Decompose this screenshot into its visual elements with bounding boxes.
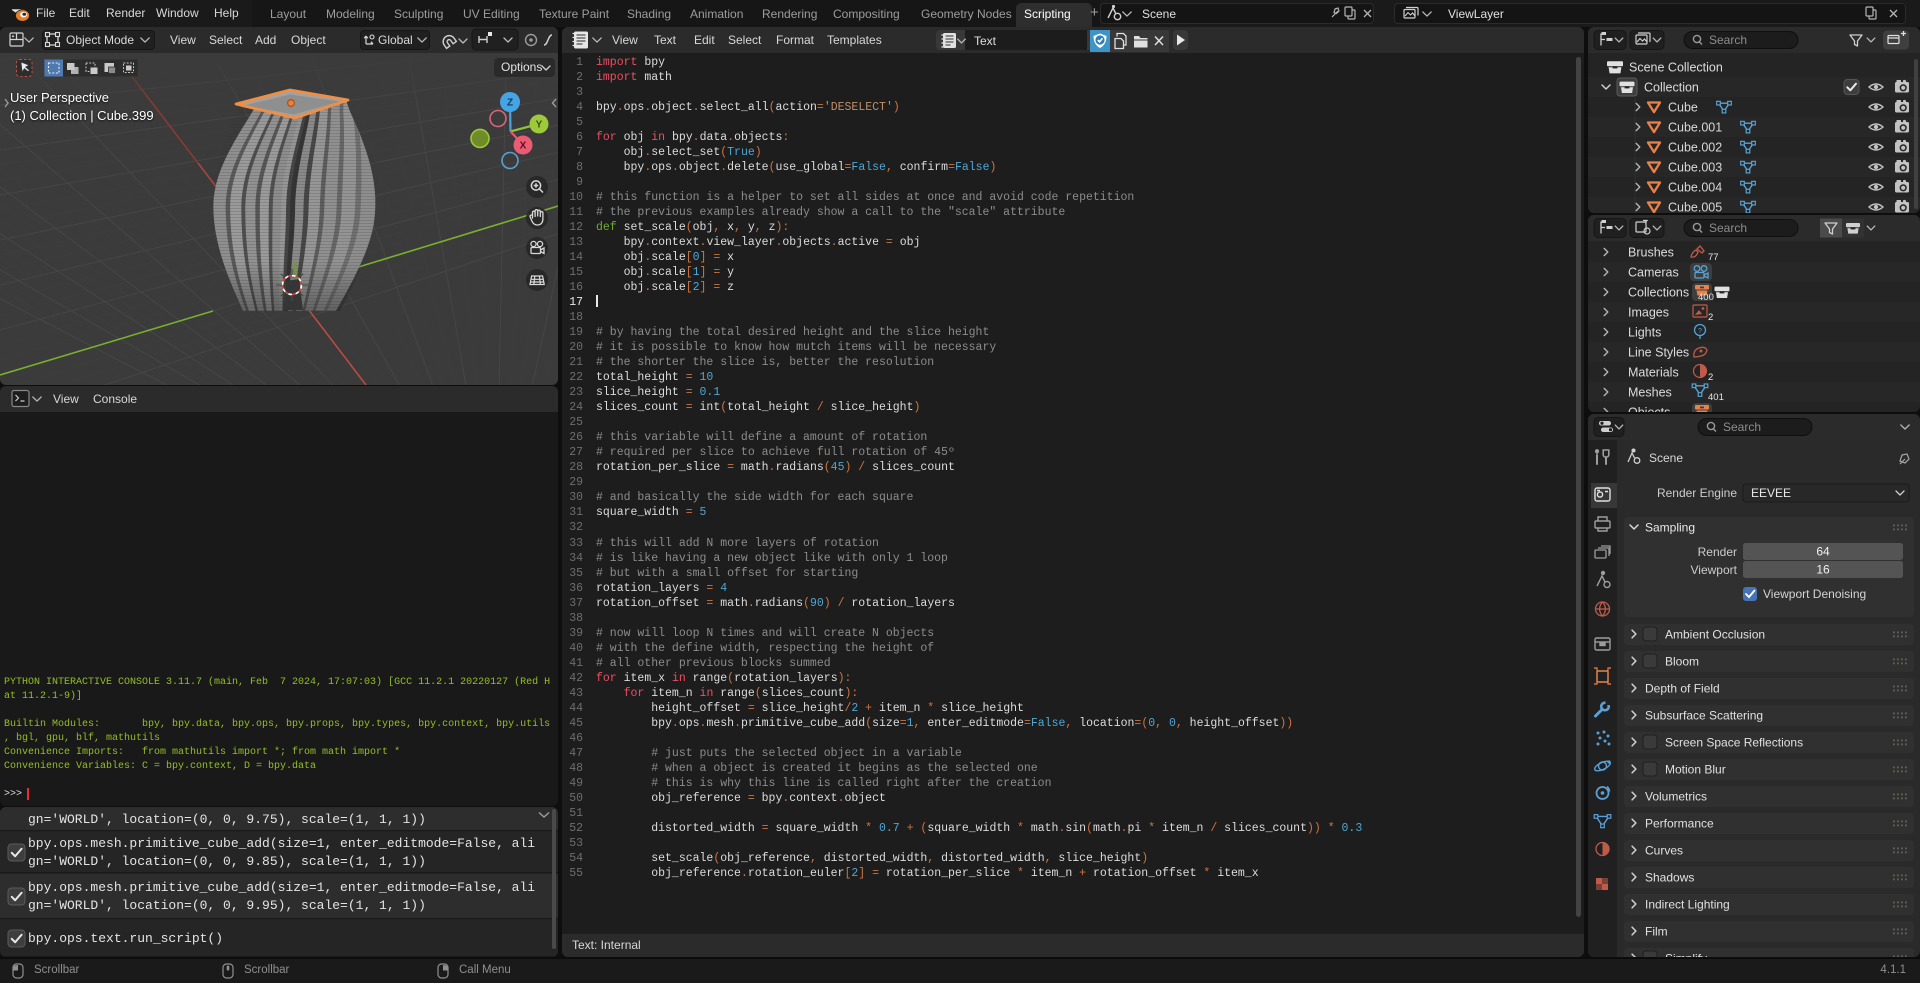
svg-text:Object Mode: Object Mode [66, 33, 134, 47]
svg-text:Viewport: Viewport [1691, 563, 1738, 577]
svg-text:Cube.005: Cube.005 [1668, 201, 1722, 214]
svg-text:Cube.003: Cube.003 [1668, 161, 1722, 175]
svg-text:Render: Render [1698, 545, 1737, 559]
svg-text:Collection: Collection [1644, 81, 1699, 95]
svg-text:Cube.001: Cube.001 [1668, 121, 1722, 135]
svg-text:X: X [520, 141, 527, 152]
svg-text:Scene: Scene [1649, 451, 1683, 465]
svg-text:Line Styles: Line Styles [1628, 346, 1689, 360]
svg-text:Lights: Lights [1628, 326, 1661, 340]
svg-text:Collections: Collections [1628, 286, 1689, 300]
svg-text:Depth of Field: Depth of Field [1645, 682, 1720, 696]
svg-text:Sampling: Sampling [1645, 521, 1695, 535]
svg-text:Global: Global [378, 33, 413, 47]
svg-text:Render Engine: Render Engine [1657, 486, 1737, 500]
svg-text:77: 77 [1708, 252, 1719, 263]
svg-text:Images: Images [1628, 306, 1669, 320]
svg-text:Simplify: Simplify [1665, 952, 1707, 958]
svg-text:2: 2 [1708, 312, 1713, 323]
svg-text:Indirect Lighting: Indirect Lighting [1645, 898, 1730, 912]
svg-text:Y: Y [536, 120, 543, 131]
svg-text:EEVEE: EEVEE [1751, 486, 1791, 500]
svg-text:Ambient Occlusion: Ambient Occlusion [1665, 628, 1765, 642]
svg-text:Meshes: Meshes [1628, 386, 1672, 400]
svg-text:Cube.004: Cube.004 [1668, 181, 1722, 195]
svg-text:Curves: Curves [1645, 844, 1683, 858]
svg-text:Viewport Denoising: Viewport Denoising [1763, 587, 1866, 601]
svg-text:Search: Search [1709, 33, 1747, 47]
svg-text:Volumetrics: Volumetrics [1645, 790, 1707, 804]
svg-text:Materials: Materials [1628, 366, 1679, 380]
svg-text:Cube.002: Cube.002 [1668, 141, 1722, 155]
svg-text:Text: Text [974, 34, 997, 48]
svg-text:Cameras: Cameras [1628, 266, 1679, 280]
svg-text:?: ? [1698, 328, 1702, 335]
svg-text:400: 400 [1698, 292, 1714, 303]
svg-text:Shadows: Shadows [1645, 871, 1694, 885]
svg-text:401: 401 [1708, 392, 1724, 403]
svg-text:16: 16 [1816, 563, 1830, 577]
svg-text:Performance: Performance [1645, 817, 1714, 831]
svg-text:Screen Space Reflections: Screen Space Reflections [1665, 736, 1803, 750]
svg-text:Motion Blur: Motion Blur [1665, 763, 1726, 777]
svg-text:Film: Film [1645, 925, 1668, 939]
svg-text:Objects: Objects [1628, 406, 1670, 413]
svg-text:Scene: Scene [1142, 7, 1176, 21]
svg-text:Z: Z [507, 98, 513, 109]
svg-text:Search: Search [1709, 221, 1747, 235]
svg-text:Bloom: Bloom [1665, 655, 1699, 669]
svg-text:64: 64 [1816, 545, 1830, 559]
svg-text:Scene Collection: Scene Collection [1629, 61, 1723, 75]
svg-text:Cube: Cube [1668, 101, 1698, 115]
svg-text:Subsurface Scattering: Subsurface Scattering [1645, 709, 1763, 723]
svg-text:Search: Search [1723, 420, 1761, 434]
svg-text:Brushes: Brushes [1628, 246, 1674, 260]
svg-text:ViewLayer: ViewLayer [1448, 7, 1504, 21]
svg-text:2: 2 [1708, 372, 1713, 383]
